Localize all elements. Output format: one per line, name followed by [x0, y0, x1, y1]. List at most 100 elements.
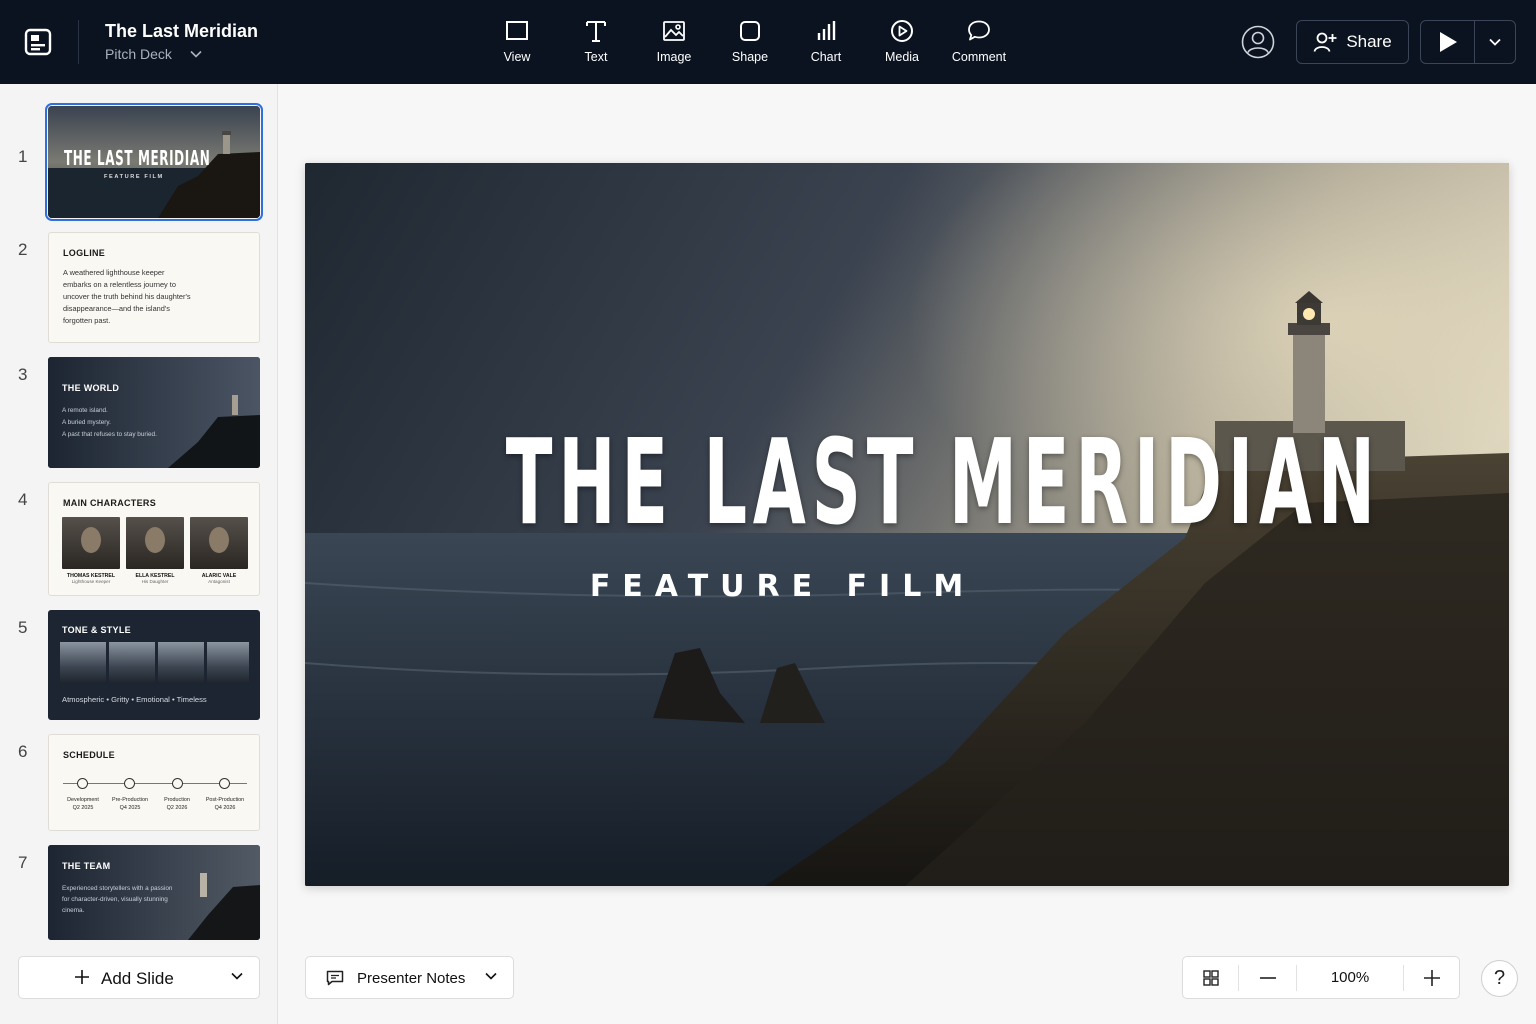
tool-shape-label: Shape [731, 50, 769, 64]
help-button[interactable]: ? [1481, 960, 1518, 997]
play-circle-icon [891, 20, 913, 42]
present-options-button[interactable] [1475, 21, 1515, 63]
slide-5-title: TONE & STYLE [62, 625, 131, 635]
presenter-notes-button[interactable]: Presenter Notes [305, 956, 514, 999]
tool-text-button[interactable]: Text [560, 18, 632, 72]
add-slide-button[interactable]: Add Slide [18, 956, 260, 999]
milestone-phase: Pre-Production [112, 797, 148, 803]
zoom-in-button[interactable] [1404, 957, 1460, 998]
plus-icon [75, 970, 89, 984]
slide-3-line: A buried mystery. [62, 419, 111, 426]
document-type-label: Pitch Deck [105, 46, 172, 62]
timeline-milestone: Development Q2 2025 [58, 796, 108, 812]
slide-thumbnail-3[interactable]: THE WORLD A remote island. A buried myst… [48, 357, 260, 468]
user-avatar-icon[interactable] [1241, 25, 1275, 59]
image-icon [663, 21, 685, 41]
slide-thumbnail-2[interactable]: LOGLINE A weathered lighthouse keeper em… [48, 232, 260, 343]
chevron-down-icon [1489, 38, 1501, 46]
zoom-out-button[interactable] [1239, 957, 1296, 998]
character-photo [190, 517, 248, 569]
add-slide-label: Add Slide [101, 969, 174, 988]
timeline-node [219, 778, 230, 789]
tool-media-label: Media [884, 50, 920, 64]
slide-thumbnail-5[interactable]: TONE & STYLE Atmospheric • Gritty • Emot… [48, 610, 260, 720]
play-icon [1439, 32, 1457, 52]
slide-title[interactable]: THE LAST MERIDIAN [506, 413, 1375, 551]
chevron-down-icon[interactable] [231, 972, 243, 980]
tool-view-label: View [503, 50, 531, 64]
milestone-date: Q4 2025 [119, 805, 141, 811]
character-card: ALARIC VALE Antagonist [190, 517, 248, 584]
text-icon [586, 21, 606, 42]
slide-7-title: THE TEAM [62, 861, 111, 871]
tool-comment-label: Comment [951, 50, 1007, 64]
slide-3-line: A remote island. [62, 407, 108, 414]
milestone-phase: Production [164, 797, 190, 803]
minus-icon [1259, 976, 1276, 979]
character-photo [62, 517, 120, 569]
rectangle-icon [506, 21, 528, 40]
slide-canvas[interactable]: THE LAST MERIDIAN FEATURE FILM [305, 163, 1509, 886]
milestone-phase: Post-Production [205, 797, 245, 803]
slide-thumbnail-4[interactable]: MAIN CHARACTERS THOMAS KESTREL Lighthous… [48, 482, 260, 596]
timeline-node [124, 778, 135, 789]
tool-comment-button[interactable]: Comment [943, 18, 1015, 72]
slide-number: 4 [18, 490, 28, 509]
slide-7-line: Experienced storytellers with a passion [62, 885, 173, 892]
slide-thumbnail-6[interactable]: SCHEDULE Development Q2 2025 Pre-Producti… [48, 734, 260, 831]
tool-view-button[interactable]: View [481, 18, 553, 72]
slide-6-title: SCHEDULE [63, 750, 115, 760]
slide-thumbnail-1[interactable]: THE LAST MERIDIAN FEATURE FILM [45, 103, 263, 221]
document-type-dropdown[interactable]: Pitch Deck [105, 46, 202, 62]
comment-icon [968, 20, 990, 41]
app-logo-icon[interactable] [24, 27, 52, 57]
character-card: THOMAS KESTREL Lighthouse Keeper [62, 517, 120, 584]
notes-icon [326, 970, 344, 986]
present-button[interactable] [1421, 21, 1475, 63]
timeline-node [77, 778, 88, 789]
tool-shape-button[interactable]: Shape [714, 18, 786, 72]
share-label: Share [1346, 32, 1392, 51]
tool-chart-button[interactable]: Chart [790, 18, 862, 72]
character-card: ELLA KESTREL His Daughter [126, 517, 184, 584]
mood-image [158, 642, 204, 684]
tool-image-button[interactable]: Image [638, 18, 710, 72]
slide-2-line: A weathered lighthouse keeper [63, 268, 165, 277]
grid-view-icon [1202, 969, 1219, 986]
toolbar-divider [78, 20, 79, 64]
present-button-group [1420, 20, 1516, 64]
tool-image-label: Image [656, 50, 692, 64]
document-title[interactable]: The Last Meridian [105, 21, 258, 42]
slide-subtitle[interactable]: FEATURE FILM [305, 569, 1260, 604]
slide-2-line: disappearance—and the island's [63, 304, 171, 313]
slide-1-title: THE LAST MERIDIAN [64, 146, 211, 170]
slide-number: 7 [18, 853, 28, 872]
chevron-down-icon [190, 50, 202, 58]
character-role: His Daughter [141, 579, 169, 584]
milestone-date: Q4 2026 [214, 805, 236, 811]
help-icon: ? [1493, 967, 1506, 989]
add-user-icon [1313, 32, 1337, 52]
milestone-phase: Development [67, 797, 99, 803]
tool-media-button[interactable]: Media [866, 18, 938, 72]
slide-number: 6 [18, 742, 28, 761]
mood-image [60, 642, 106, 684]
chevron-down-icon [485, 972, 497, 980]
timeline-milestone: Production Q2 2026 [152, 796, 202, 812]
milestone-date: Q2 2025 [72, 805, 94, 811]
timeline-node [172, 778, 183, 789]
plus-icon [1424, 969, 1440, 986]
slide-number: 1 [18, 147, 28, 166]
slide-2-title: LOGLINE [63, 248, 106, 258]
slide-1-subtitle: FEATURE FILM [104, 174, 164, 180]
share-button[interactable]: Share [1296, 20, 1409, 64]
mood-image [109, 642, 155, 684]
fit-to-screen-button[interactable] [1183, 957, 1238, 998]
slide-3-title: THE WORLD [62, 383, 120, 393]
character-role: Antagonist [208, 579, 230, 584]
timeline-milestone: Post-Production Q4 2026 [200, 796, 250, 812]
slide-number: 2 [18, 240, 28, 259]
slide-thumbnail-7[interactable]: THE TEAM Experienced storytellers with a… [48, 845, 260, 940]
slide-2-line: forgotten past. [63, 316, 111, 325]
zoom-level[interactable]: 100% [1297, 957, 1403, 998]
